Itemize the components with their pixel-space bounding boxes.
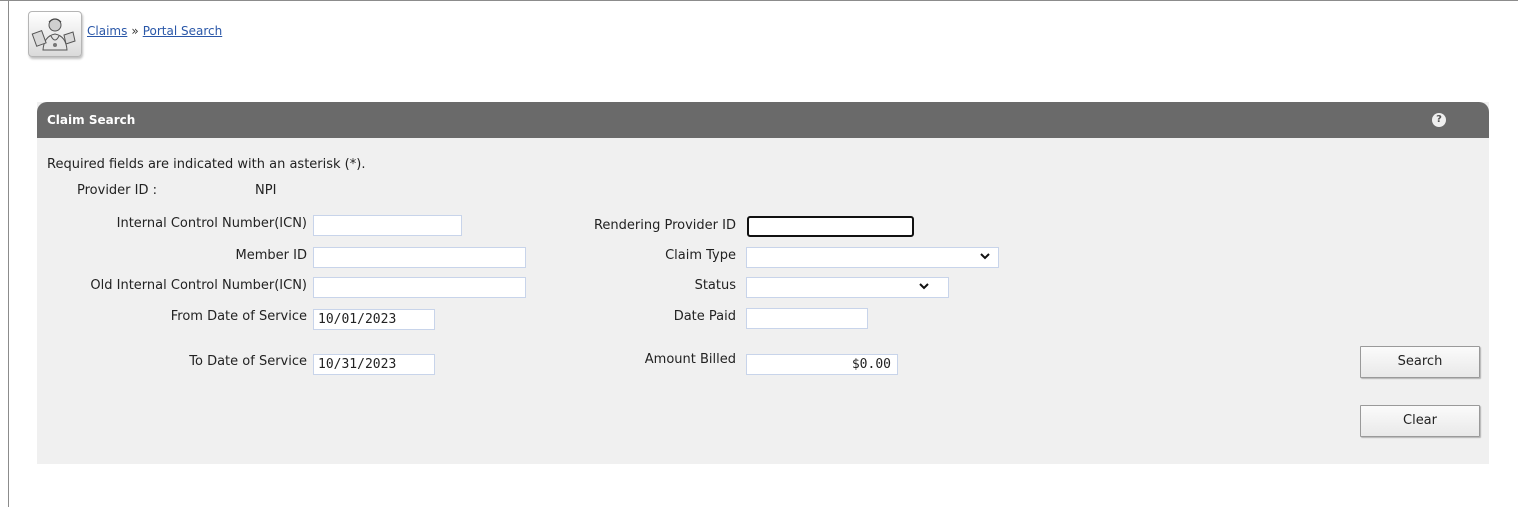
panel-title: Claim Search [47,113,136,127]
window-left-border [8,0,9,507]
portal-logo-icon[interactable] [28,11,82,57]
from-date-input[interactable] [313,309,435,330]
rendering-provider-label: Rendering Provider ID [593,218,736,233]
search-button[interactable]: Search [1360,346,1480,378]
amount-billed-input[interactable] [746,354,898,375]
clear-button[interactable]: Clear [1360,405,1480,437]
chevron-down-icon [919,281,929,294]
claim-type-label: Claim Type [665,248,736,263]
breadcrumb-separator: » [131,24,139,38]
member-id-input[interactable] [313,247,526,268]
status-select[interactable] [746,277,949,298]
window-top-border [0,0,1518,1]
breadcrumb: Claims » Portal Search [87,24,222,38]
help-icon[interactable]: ? [1432,113,1446,127]
breadcrumb-portal-search-link[interactable]: Portal Search [143,24,223,38]
rendering-provider-input[interactable] [747,216,914,237]
amount-billed-label: Amount Billed [644,352,736,367]
provider-id-suffix: NPI [255,183,277,198]
date-paid-label: Date Paid [673,309,736,324]
claim-search-panel: Claim Search ? Required fields are indic… [37,102,1489,464]
breadcrumb-claims-link[interactable]: Claims [87,24,127,38]
to-date-label: To Date of Service [189,354,307,369]
provider-id-label: Provider ID : [77,183,158,198]
member-id-label: Member ID [235,248,307,263]
status-label: Status [694,278,736,293]
old-icn-input[interactable] [313,277,526,298]
icn-input[interactable] [313,215,462,236]
to-date-input[interactable] [313,354,435,375]
claim-type-select[interactable] [746,247,999,268]
required-fields-note: Required fields are indicated with an as… [47,157,366,172]
old-icn-label: Old Internal Control Number(ICN) [90,278,307,293]
chevron-down-icon [980,251,990,264]
icn-label: Internal Control Number(ICN) [116,216,307,231]
date-paid-input[interactable] [746,308,868,329]
panel-header: Claim Search ? [37,102,1489,138]
from-date-label: From Date of Service [170,309,307,324]
